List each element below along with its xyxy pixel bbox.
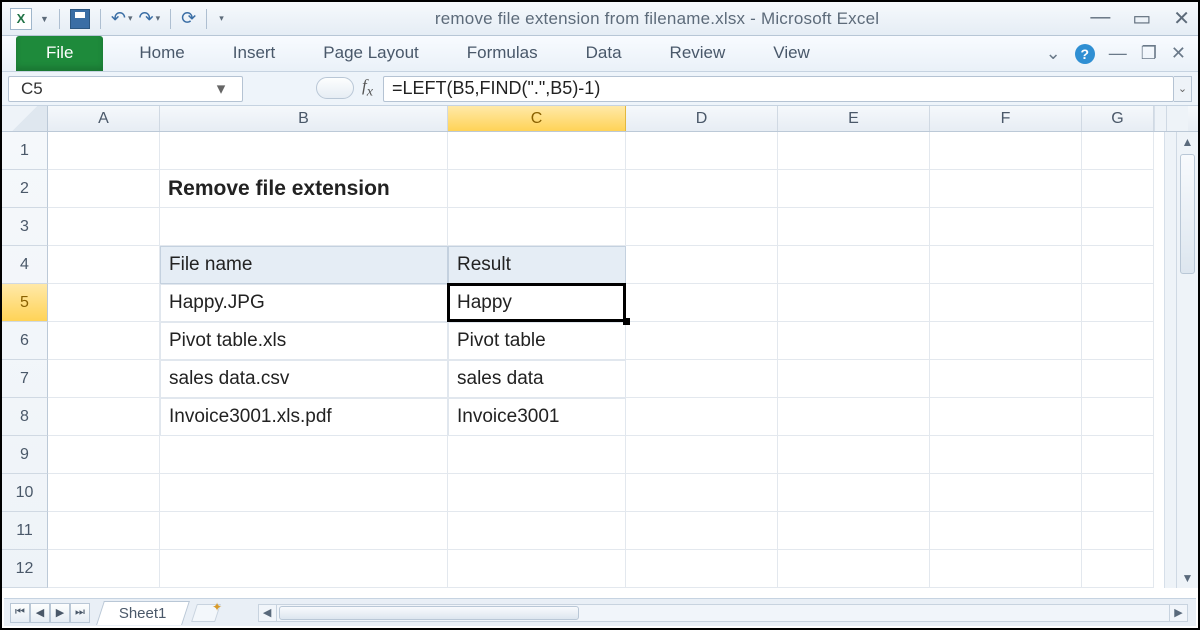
row-header-6[interactable]: 6 (2, 322, 48, 360)
workbook-restore-icon[interactable]: ❐ (1141, 43, 1157, 64)
formula-input[interactable]: =LEFT(B5,FIND(".",B5)-1) (383, 76, 1174, 102)
row-header-1[interactable]: 1 (2, 132, 48, 170)
formula-expand-icon[interactable]: ⌄ (1174, 76, 1192, 102)
window-title: remove file extension from filename.xlsx… (224, 9, 1091, 29)
tab-review[interactable]: Review (646, 36, 750, 71)
col-header-e[interactable]: E (778, 106, 930, 131)
maximize-button[interactable]: ▭ (1132, 6, 1151, 31)
scroll-left-icon[interactable]: ◀ (259, 605, 277, 621)
scroll-down-icon[interactable]: ▼ (1177, 568, 1198, 588)
close-button[interactable]: ✕ (1173, 6, 1190, 31)
cell-c8[interactable]: Invoice3001 (448, 398, 626, 436)
cell-c5[interactable]: Happy (448, 284, 626, 322)
select-all-corner[interactable] (2, 106, 48, 131)
new-sheet-button[interactable] (191, 604, 221, 622)
col-header-b[interactable]: B (160, 106, 448, 131)
col-header-d[interactable]: D (626, 106, 778, 131)
cell-b8[interactable]: Invoice3001.xls.pdf (160, 398, 448, 436)
col-header-a[interactable]: A (48, 106, 160, 131)
minimize-button[interactable]: ― (1090, 6, 1110, 31)
row-header-5[interactable]: 5 (2, 284, 48, 322)
name-box-dropdown-icon[interactable]: ▾ (212, 79, 230, 99)
save-icon[interactable] (70, 9, 90, 29)
row-header-9[interactable]: 9 (2, 436, 48, 474)
excel-logo-icon[interactable] (10, 8, 32, 30)
row-header-7[interactable]: 7 (2, 360, 48, 398)
undo-button[interactable]: ↶▾ (111, 8, 133, 29)
tab-formulas[interactable]: Formulas (443, 36, 562, 71)
sheet-nav-prev-icon[interactable]: ◀ (30, 603, 50, 623)
sheet-nav-next-icon[interactable]: ▶ (50, 603, 70, 623)
repeat-button[interactable]: ⟳ (181, 8, 196, 29)
scroll-up-icon[interactable]: ▲ (1177, 132, 1198, 152)
row-header-12[interactable]: 12 (2, 550, 48, 588)
scroll-right-icon[interactable]: ▶ (1169, 605, 1187, 621)
horizontal-scrollbar[interactable]: ◀ ▶ (258, 604, 1188, 622)
redo-button[interactable]: ↷▾ (139, 8, 161, 29)
worksheet-grid: 1 2 3 4 5 6 7 8 9 10 11 12 Remove file e… (2, 132, 1198, 588)
tab-view[interactable]: View (749, 36, 834, 71)
ribbon-minimize-icon[interactable]: ⌄ (1046, 43, 1061, 64)
cell-b6[interactable]: Pivot table.xls (160, 322, 448, 360)
help-icon[interactable]: ? (1075, 44, 1095, 64)
formula-text: =LEFT(B5,FIND(".",B5)-1) (392, 78, 600, 99)
row-header-2[interactable]: 2 (2, 170, 48, 208)
vscroll-thumb[interactable] (1180, 154, 1195, 274)
sheet-nav-first-icon[interactable]: ⏮ (10, 603, 30, 623)
hscroll-thumb[interactable] (279, 606, 579, 620)
tab-home[interactable]: Home (115, 36, 208, 71)
tab-page-layout[interactable]: Page Layout (299, 36, 442, 71)
sheet-tab-bar: ⏮ ◀ ▶ ⏭ Sheet1 ◀ ▶ (4, 598, 1196, 626)
row-header-11[interactable]: 11 (2, 512, 48, 550)
column-headers: A B C D E F G (2, 106, 1198, 132)
workbook-close-icon[interactable]: ✕ (1171, 43, 1186, 64)
cell-c6[interactable]: Pivot table (448, 322, 626, 360)
name-box[interactable]: C5 ▾ (8, 76, 243, 102)
vertical-scrollbar[interactable]: ▲ ▼ (1176, 132, 1198, 588)
table-header-filename[interactable]: File name (160, 246, 448, 284)
fill-handle[interactable] (623, 318, 630, 325)
formula-bar: C5 ▾ fx =LEFT(B5,FIND(".",B5)-1) ⌄ (2, 72, 1198, 106)
title-bar: ▼ ↶▾ ↷▾ ⟳ ▾ remove file extension from f… (2, 2, 1198, 36)
cell-c7[interactable]: sales data (448, 360, 626, 398)
cell-b7[interactable]: sales data.csv (160, 360, 448, 398)
table-header-result[interactable]: Result (448, 246, 626, 284)
row-header-10[interactable]: 10 (2, 474, 48, 512)
tab-insert[interactable]: Insert (209, 36, 300, 71)
row-header-8[interactable]: 8 (2, 398, 48, 436)
col-header-g[interactable]: G (1082, 106, 1154, 131)
tab-file[interactable]: File (16, 36, 103, 71)
cells-area[interactable]: Remove file extension File name Result H… (48, 132, 1164, 588)
row-header-4[interactable]: 4 (2, 246, 48, 284)
fx-icon[interactable]: fx (362, 76, 373, 100)
row-header-3[interactable]: 3 (2, 208, 48, 246)
workbook-minimize-icon[interactable]: ― (1109, 43, 1127, 64)
quick-access-toolbar: ▼ ↶▾ ↷▾ ⟳ ▾ (10, 8, 224, 30)
row-headers: 1 2 3 4 5 6 7 8 9 10 11 12 (2, 132, 48, 588)
name-box-value: C5 (21, 79, 43, 99)
qat-menu-caret-icon[interactable]: ▼ (40, 14, 49, 24)
cell-b5[interactable]: Happy.JPG (160, 284, 448, 322)
sheet-tab-sheet1[interactable]: Sheet1 (96, 601, 189, 625)
cancel-formula-button[interactable] (316, 77, 354, 99)
col-header-f[interactable]: F (930, 106, 1082, 131)
tab-data[interactable]: Data (562, 36, 646, 71)
split-strip[interactable] (1164, 132, 1176, 588)
sheet-nav-last-icon[interactable]: ⏭ (70, 603, 90, 623)
cell-heading[interactable]: Remove file extension (160, 170, 448, 208)
col-header-c[interactable]: C (448, 106, 626, 131)
ribbon-tabs: File Home Insert Page Layout Formulas Da… (2, 36, 1198, 72)
